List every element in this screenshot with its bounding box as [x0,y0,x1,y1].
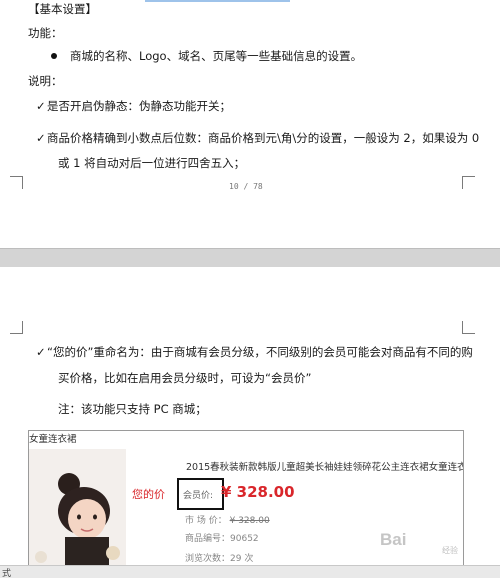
watermark-logo: Bai [380,530,407,549]
views-label: 浏览次数： [185,554,231,564]
status-bar: 式 [0,565,500,579]
market-price-label: 市 场 价： [185,516,227,526]
your-price-label: 您的价 [132,488,165,501]
note-text: 注：该功能只支持 PC 商城； [58,402,207,416]
check2-text-line2: 或 1 将自动对后一位进行四舍五入； [58,156,246,170]
check-icon: ✓ [36,131,46,145]
bullet-dot [51,53,57,59]
product-title: 2015春秋装新款韩版儿童超美长袖娃娃领碎花公主连衣裙女童连衣裙 [186,462,464,473]
function-bullet-text: 商城的名称、Logo、域名、页尾等一些基础信息的设置。 [70,49,363,63]
product-code-value: 90652 [230,534,259,544]
check1-text: 是否开启伪静态：伪静态功能开关； [47,99,231,113]
section-title: 【基本设置】 [28,2,97,16]
product-code-row: 商品编号：90652 [185,531,259,544]
views-value: 29 次 [230,554,254,564]
document-page-1: 【基本设置】 功能： 商城的名称、Logo、域名、页尾等一些基础信息的设置。 说… [0,0,500,248]
check-icon: ✓ [36,99,46,113]
page-corner-mark [462,176,475,189]
product-code-label: 商品编号： [185,534,231,544]
explain-label: 说明： [28,74,63,88]
status-text: 式 [2,569,12,579]
page-separator [0,248,500,268]
product-category: 女童连衣裙 [29,434,77,445]
views-row: 浏览次数：29 次 [185,551,253,564]
page-corner-mark [10,321,23,334]
check-icon: ✓ [36,345,46,359]
product-image [29,449,126,566]
market-price-row: 市 场 价： ¥ 328.00 [185,513,270,526]
check2-text-line1: 商品价格精确到小数点后位数：商品价格到元\角\分的设置，一般设为 2，如果设为 … [47,131,480,145]
member-price-label: 会员价: [183,491,214,501]
page-corner-mark [462,321,475,334]
market-price-value: ¥ 328.00 [229,516,270,526]
price-value: ¥ 328.00 [221,483,295,501]
child-photo-icon [29,449,126,566]
watermark-sub: 经验 [442,546,458,555]
function-label: 功能： [28,26,63,40]
page-corner-mark [10,176,23,189]
check3-text-line2: 买价格，比如在启用会员分级时，可设为“会员价” [58,371,312,385]
check3-text-line1: “您的价”重命名为：由于商城有会员分级，不同级别的会员可能会对商品有不同的购 [47,345,473,359]
page-number: 10 / 78 [229,182,263,191]
selection-highlight [145,0,290,2]
